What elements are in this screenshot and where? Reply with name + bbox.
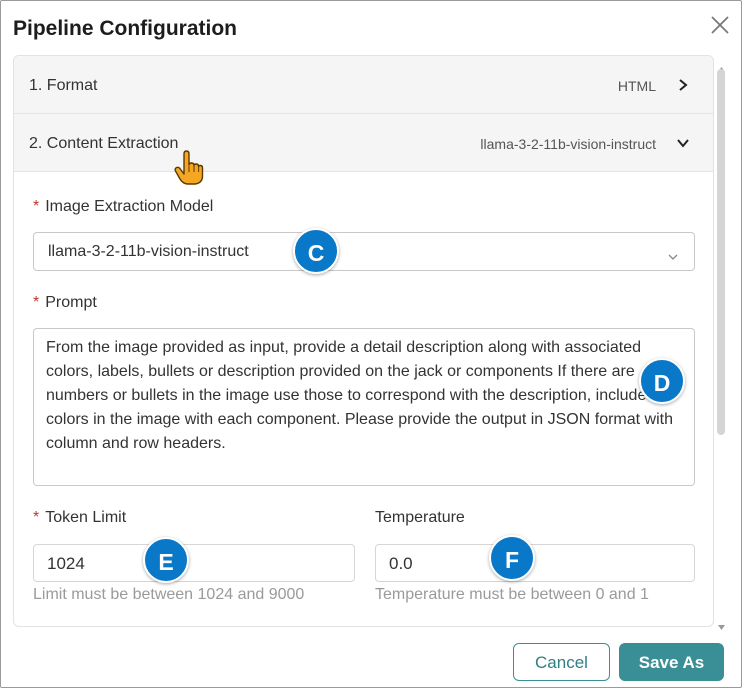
prompt-label: * Prompt [33,294,97,312]
token-limit-label: * Token Limit [33,509,126,527]
chevron-right-icon [676,78,690,92]
callout-badge-c: C [293,228,339,274]
required-mark: * [33,294,40,311]
step-format-value: HTML [617,78,656,94]
token-limit-value: 1024 [47,554,85,573]
callout-badge-f: F [489,535,535,581]
scroll-up-arrow-icon[interactable] [718,59,725,72]
image-model-label-text: Image Extraction Model [45,198,214,215]
step-content-extraction-value: llama-3-2-11b-vision-instruct [480,136,656,152]
scrollbar-thumb[interactable] [717,69,725,435]
image-model-value: llama-3-2-11b-vision-instruct [48,243,249,260]
step-format[interactable]: 1. Format HTML [14,56,713,114]
temperature-input[interactable]: 0.0 [375,544,695,582]
temperature-label: Temperature [375,509,465,526]
dialog-title: Pipeline Configuration [13,17,237,40]
pipeline-configuration-dialog: Pipeline Configuration 1. Format HTML 2.… [0,0,742,688]
prompt-textarea[interactable]: From the image provided as input, provid… [33,328,695,486]
callout-badge-d: D [639,358,685,404]
chevron-down-icon [668,248,678,260]
scroll-down-arrow-icon[interactable] [718,617,725,630]
image-model-label: * Image Extraction Model [33,198,213,216]
step-content-extraction-label: 2. Content Extraction [29,135,179,152]
step-format-label: 1. Format [29,77,98,94]
hand-pointer-icon [174,150,204,186]
token-limit-label-text: Token Limit [45,509,127,526]
callout-badge-e: E [143,537,189,583]
temperature-hint: Temperature must be between 0 and 1 [375,586,649,603]
pipeline-steps-panel: 1. Format HTML 2. Content Extraction lla… [13,55,714,627]
image-model-select[interactable]: llama-3-2-11b-vision-instruct [33,232,695,271]
required-mark: * [33,509,40,526]
token-limit-input[interactable]: 1024 [33,544,355,582]
cancel-button[interactable]: Cancel [513,643,610,681]
close-icon[interactable] [707,12,733,38]
chevron-down-icon [676,136,690,150]
save-as-button[interactable]: Save As [619,643,724,681]
prompt-label-text: Prompt [45,294,97,311]
temperature-value: 0.0 [389,554,413,573]
step-content-extraction[interactable]: 2. Content Extraction llama-3-2-11b-visi… [14,114,713,172]
required-mark: * [33,198,40,215]
token-limit-hint: Limit must be between 1024 and 9000 [33,586,305,603]
